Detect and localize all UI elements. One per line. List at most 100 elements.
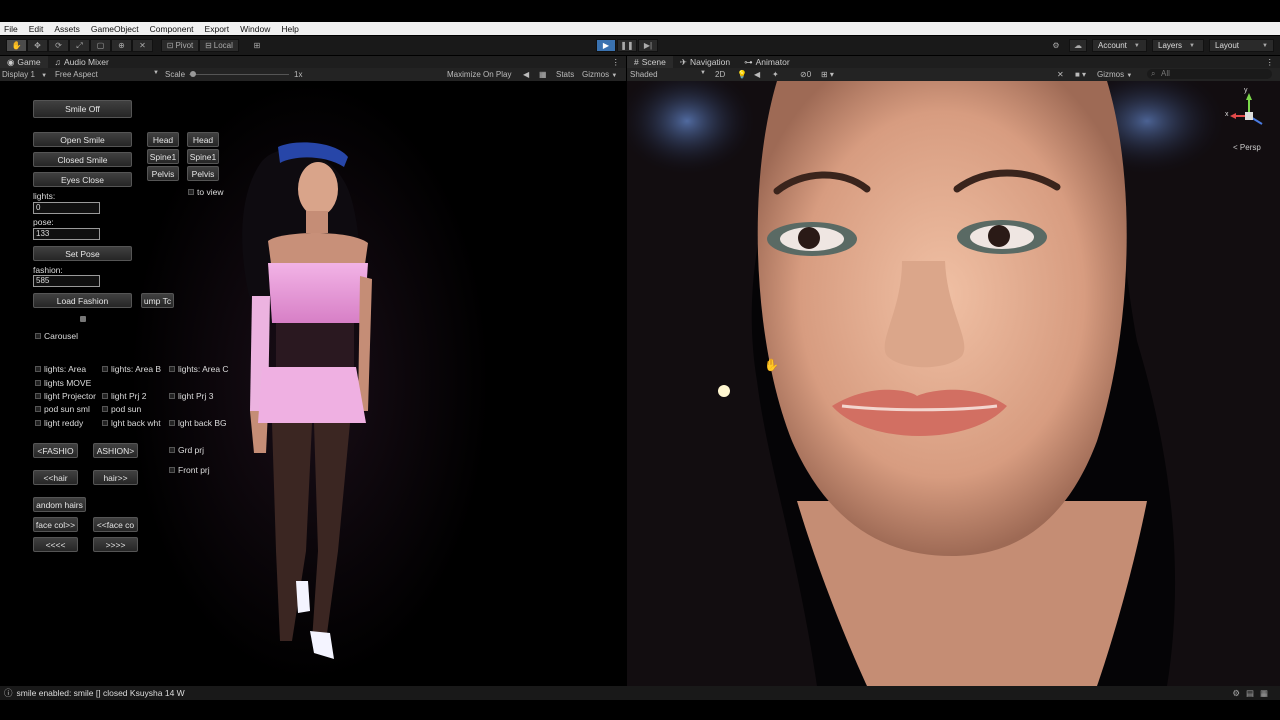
- lights-area-b-toggle[interactable]: lights: Area B: [102, 364, 161, 374]
- jump-button[interactable]: ump Tc: [141, 293, 174, 308]
- grid-snap-icon[interactable]: ⊞: [249, 39, 265, 52]
- hand-tool-icon[interactable]: ✋: [6, 39, 27, 52]
- tab-game[interactable]: ◉ Game: [0, 56, 48, 68]
- layout-dropdown[interactable]: Layout ▼: [1209, 39, 1274, 52]
- open-smile-button[interactable]: Open Smile: [33, 132, 132, 147]
- game-view[interactable]: Smile Off Open Smile Closed Smile Eyes C…: [0, 81, 626, 686]
- light-prj2-toggle[interactable]: light Prj 2: [102, 391, 146, 401]
- grd-prj-toggle[interactable]: Grd prj: [169, 445, 204, 455]
- menu-gameobject[interactable]: GameObject: [91, 24, 139, 34]
- scene-search-input[interactable]: ⌕ All: [1147, 69, 1272, 79]
- panel-menu-icon[interactable]: ⋮: [1266, 57, 1275, 68]
- effects-icon[interactable]: ✦: [772, 70, 779, 79]
- maximize-on-play-toggle[interactable]: Maximize On Play: [447, 70, 511, 79]
- lght-back-bg-toggle[interactable]: lght back BG: [169, 418, 227, 428]
- move-tool-icon[interactable]: ✥: [27, 39, 48, 52]
- step-icon[interactable]: ▶|: [638, 39, 658, 52]
- menu-component[interactable]: Component: [150, 24, 194, 34]
- tools-icon[interactable]: ✕: [1057, 70, 1064, 79]
- pelvis-button-b[interactable]: Pelvis: [187, 166, 219, 181]
- pose-field[interactable]: 133: [33, 228, 100, 240]
- menu-edit[interactable]: Edit: [29, 24, 44, 34]
- display-dropdown[interactable]: Display 1 ▼: [2, 70, 47, 79]
- hair-next-button[interactable]: hair>>: [93, 470, 138, 485]
- custom-tool-icon[interactable]: ✕: [132, 39, 153, 52]
- smile-off-button[interactable]: Smile Off: [33, 100, 132, 118]
- tab-audio-mixer[interactable]: ♫ Audio Mixer: [48, 56, 116, 68]
- fashion-field[interactable]: 585: [33, 275, 100, 287]
- light-projector-toggle[interactable]: light Projector: [35, 391, 96, 401]
- aspect-dropdown[interactable]: Free Aspect ▼: [55, 70, 159, 79]
- light-reddy-toggle[interactable]: light reddy: [35, 418, 83, 428]
- tab-navigation[interactable]: ✈ Navigation: [673, 56, 737, 68]
- scale-slider-handle[interactable]: [190, 71, 196, 77]
- rotate-tool-icon[interactable]: ⟳: [48, 39, 69, 52]
- play-icon[interactable]: ▶: [596, 39, 616, 52]
- lights-area-toggle[interactable]: lights: Area: [35, 364, 86, 374]
- stats-toggle[interactable]: Stats: [556, 70, 574, 79]
- lght-back-wht-toggle[interactable]: lght back wht: [102, 418, 161, 428]
- debug-icon[interactable]: ⚙: [1232, 688, 1246, 698]
- cache-icon[interactable]: ▤: [1246, 688, 1260, 698]
- tab-scene[interactable]: # Scene: [627, 56, 673, 68]
- scale-slider-track[interactable]: [189, 74, 289, 75]
- toggle-2d[interactable]: 2D: [715, 70, 725, 79]
- menu-file[interactable]: File: [4, 24, 18, 34]
- persp-label[interactable]: < Persp: [1233, 143, 1261, 152]
- services-icon[interactable]: ⚙: [1048, 39, 1064, 52]
- hidden-objects-toggle[interactable]: ⊘0: [800, 70, 811, 79]
- mute-audio-icon[interactable]: ◀: [523, 70, 529, 79]
- face-col-next-button[interactable]: face col>>: [33, 517, 78, 532]
- far-prev-button[interactable]: <<<<: [33, 537, 78, 552]
- gizmo-grid-icon[interactable]: ▦: [539, 70, 547, 79]
- spine-button-b[interactable]: Spine1: [187, 149, 219, 164]
- scene-gizmos-dropdown[interactable]: Gizmos ▼: [1097, 70, 1132, 79]
- lights-field[interactable]: 0: [33, 202, 100, 214]
- cloud-icon[interactable]: ☁: [1069, 39, 1087, 52]
- menu-window[interactable]: Window: [240, 24, 270, 34]
- eyes-close-button[interactable]: Eyes Close: [33, 172, 132, 187]
- tab-animator[interactable]: ⊶ Animator: [737, 56, 797, 68]
- layers-dropdown[interactable]: Layers ▼: [1152, 39, 1204, 52]
- transform-tool-icon[interactable]: ⊕: [111, 39, 132, 52]
- head-button-a[interactable]: Head: [147, 132, 179, 147]
- head-button-b[interactable]: Head: [187, 132, 219, 147]
- pod-sun-sml-toggle[interactable]: pod sun sml: [35, 404, 90, 414]
- gizmos-dropdown[interactable]: Gizmos ▼: [582, 70, 617, 79]
- scene-view[interactable]: y x < Persp ✋: [627, 81, 1280, 686]
- progress-icon[interactable]: ▦: [1260, 688, 1274, 698]
- closed-smile-button[interactable]: Closed Smile: [33, 152, 132, 167]
- shading-dropdown[interactable]: Shaded ▼: [630, 70, 706, 79]
- console-status-message[interactable]: smile enabled: smile [] closed Ksuysha 1…: [17, 688, 185, 698]
- far-next-button[interactable]: >>>>: [93, 537, 138, 552]
- set-pose-button[interactable]: Set Pose: [33, 246, 132, 261]
- front-prj-toggle[interactable]: Front prj: [169, 465, 210, 475]
- orientation-gizmo[interactable]: [1224, 91, 1274, 141]
- local-toggle[interactable]: ⊟ Local: [199, 39, 239, 52]
- account-dropdown[interactable]: Account ▼: [1092, 39, 1147, 52]
- pivot-toggle[interactable]: ⊡ Pivot: [161, 39, 199, 52]
- pelvis-button-a[interactable]: Pelvis: [147, 166, 179, 181]
- scale-tool-icon[interactable]: ⤢: [69, 39, 90, 52]
- slider-handle[interactable]: [80, 316, 86, 322]
- lighting-icon[interactable]: 💡: [737, 70, 747, 79]
- spine-button-a[interactable]: Spine1: [147, 149, 179, 164]
- pause-icon[interactable]: ❚❚: [617, 39, 637, 52]
- load-fashion-button[interactable]: Load Fashion: [33, 293, 132, 308]
- panel-menu-icon[interactable]: ⋮: [612, 57, 621, 68]
- hair-prev-button[interactable]: <<hair: [33, 470, 78, 485]
- menu-assets[interactable]: Assets: [54, 24, 80, 34]
- scene-grid-icon[interactable]: ⊞ ▾: [821, 70, 834, 79]
- to-view-toggle[interactable]: to view: [188, 187, 223, 197]
- random-hairs-button[interactable]: andom hairs: [33, 497, 86, 512]
- fashion-prev-button[interactable]: <FASHIO: [33, 443, 78, 458]
- fashion-next-button[interactable]: ASHION>: [93, 443, 138, 458]
- menu-help[interactable]: Help: [281, 24, 298, 34]
- carousel-toggle[interactable]: Carousel: [35, 331, 78, 341]
- pod-sun-toggle[interactable]: pod sun: [102, 404, 141, 414]
- rect-tool-icon[interactable]: ▢: [90, 39, 111, 52]
- menu-export[interactable]: Export: [205, 24, 230, 34]
- camera-icon[interactable]: ■ ▾: [1075, 70, 1086, 79]
- lights-move-toggle[interactable]: lights MOVE: [35, 378, 91, 388]
- face-col-prev-button[interactable]: <<face co: [93, 517, 138, 532]
